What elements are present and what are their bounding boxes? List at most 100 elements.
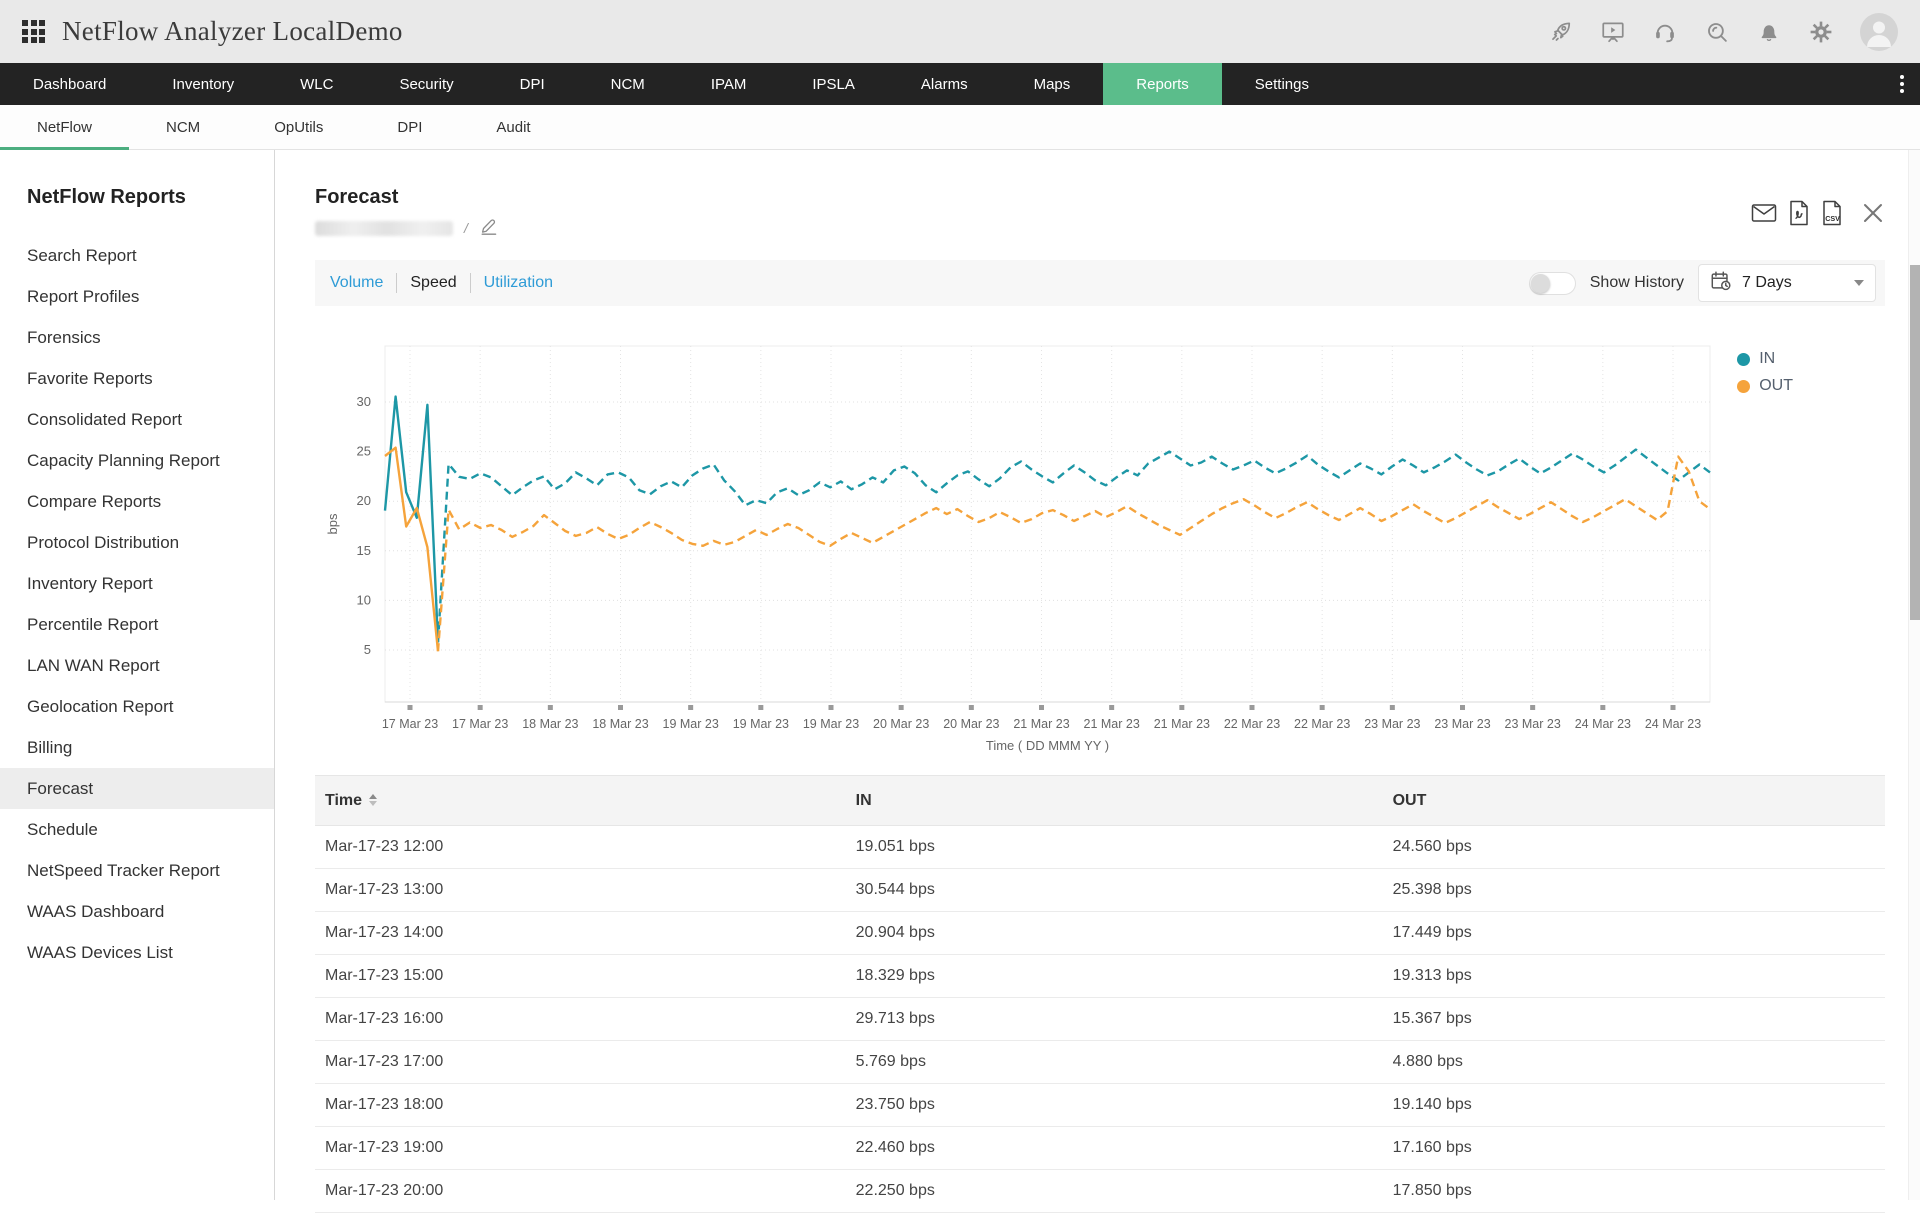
table-row[interactable]: Mar-17-23 16:0029.713 bps15.367 bps bbox=[315, 998, 1885, 1041]
subnav-item-ncm[interactable]: NCM bbox=[129, 105, 237, 149]
subnav-item-dpi[interactable]: DPI bbox=[360, 105, 459, 149]
scrollbar-thumb[interactable] bbox=[1910, 265, 1920, 620]
table-cell: Mar-17-23 17:00 bbox=[315, 1041, 846, 1084]
edit-pencil-icon[interactable] bbox=[479, 216, 499, 241]
more-menu-icon[interactable] bbox=[1884, 63, 1920, 105]
nav-item-ipam[interactable]: IPAM bbox=[678, 63, 780, 105]
subnav-item-audit[interactable]: Audit bbox=[459, 105, 567, 149]
sort-icon[interactable] bbox=[369, 794, 377, 806]
svg-text:22 Mar 23: 22 Mar 23 bbox=[1294, 717, 1350, 731]
table-cell: Mar-17-23 16:00 bbox=[315, 998, 846, 1041]
table-cell: 5.769 bps bbox=[846, 1041, 1383, 1084]
column-header-out[interactable]: OUT bbox=[1383, 776, 1885, 826]
nav-item-alarms[interactable]: Alarms bbox=[888, 63, 1001, 105]
svg-text:23 Mar 23: 23 Mar 23 bbox=[1364, 717, 1420, 731]
nav-item-ncm[interactable]: NCM bbox=[578, 63, 678, 105]
sidebar-item-protocol-distribution[interactable]: Protocol Distribution bbox=[0, 522, 274, 563]
legend-dot-out bbox=[1737, 380, 1750, 393]
search-icon[interactable] bbox=[1704, 19, 1730, 45]
chart-legend: IN OUT bbox=[1737, 350, 1793, 395]
csv-export-icon[interactable]: CSV bbox=[1820, 200, 1844, 231]
sidebar-item-capacity-planning-report[interactable]: Capacity Planning Report bbox=[0, 440, 274, 481]
table-row[interactable]: Mar-17-23 13:0030.544 bps25.398 bps bbox=[315, 869, 1885, 912]
table-cell: Mar-17-23 13:00 bbox=[315, 869, 846, 912]
svg-text:23 Mar 23: 23 Mar 23 bbox=[1434, 717, 1490, 731]
sidebar-item-report-profiles[interactable]: Report Profiles bbox=[0, 276, 274, 317]
nav-item-inventory[interactable]: Inventory bbox=[139, 63, 267, 105]
email-icon[interactable] bbox=[1750, 201, 1778, 230]
page-title: Forecast bbox=[315, 186, 1920, 209]
svg-text:18 Mar 23: 18 Mar 23 bbox=[522, 717, 578, 731]
presentation-icon[interactable] bbox=[1600, 19, 1626, 45]
forecast-chart: 5101520253017 Mar 2317 Mar 2318 Mar 2318… bbox=[315, 306, 1885, 771]
table-row[interactable]: Mar-17-23 19:0022.460 bps17.160 bps bbox=[315, 1127, 1885, 1170]
sidebar-item-schedule[interactable]: Schedule bbox=[0, 809, 274, 850]
table-row[interactable]: Mar-17-23 17:005.769 bps4.880 bps bbox=[315, 1041, 1885, 1084]
sidebar-item-percentile-report[interactable]: Percentile Report bbox=[0, 604, 274, 645]
rocket-icon[interactable] bbox=[1548, 19, 1574, 45]
sidebar-item-netspeed-tracker-report[interactable]: NetSpeed Tracker Report bbox=[0, 850, 274, 891]
nav-item-dashboard[interactable]: Dashboard bbox=[0, 63, 139, 105]
table-cell: 19.051 bps bbox=[846, 826, 1383, 869]
nav-item-wlc[interactable]: WLC bbox=[267, 63, 366, 105]
subnav-item-oputils[interactable]: OpUtils bbox=[237, 105, 360, 149]
sidebar-item-lan-wan-report[interactable]: LAN WAN Report bbox=[0, 645, 274, 686]
table-cell: 17.160 bps bbox=[1383, 1127, 1885, 1170]
vertical-scrollbar[interactable] bbox=[1908, 150, 1920, 1200]
show-history-toggle[interactable] bbox=[1529, 272, 1576, 295]
sidebar-item-favorite-reports[interactable]: Favorite Reports bbox=[0, 358, 274, 399]
nav-item-settings[interactable]: Settings bbox=[1222, 63, 1342, 105]
avatar[interactable] bbox=[1860, 13, 1898, 51]
headset-icon[interactable] bbox=[1652, 19, 1678, 45]
nav-item-security[interactable]: Security bbox=[366, 63, 486, 105]
nav-item-reports[interactable]: Reports bbox=[1103, 63, 1222, 105]
forecast-table: TimeINOUT Mar-17-23 12:0019.051 bps24.56… bbox=[315, 775, 1885, 1213]
sidebar-item-geolocation-report[interactable]: Geolocation Report bbox=[0, 686, 274, 727]
sidebar-item-inventory-report[interactable]: Inventory Report bbox=[0, 563, 274, 604]
table-cell: 25.398 bps bbox=[1383, 869, 1885, 912]
separator: / bbox=[464, 220, 468, 236]
sidebar-item-search-report[interactable]: Search Report bbox=[0, 235, 274, 276]
table-row[interactable]: Mar-17-23 14:0020.904 bps17.449 bps bbox=[315, 912, 1885, 955]
svg-text:CSV: CSV bbox=[1825, 214, 1840, 223]
pdf-export-icon[interactable] bbox=[1787, 200, 1811, 231]
close-icon[interactable] bbox=[1861, 201, 1885, 230]
time-period-value: 7 Days bbox=[1742, 274, 1844, 292]
sidebar-item-waas-devices-list[interactable]: WAAS Devices List bbox=[0, 932, 274, 973]
table-cell: Mar-17-23 18:00 bbox=[315, 1084, 846, 1127]
legend-item-in[interactable]: IN bbox=[1737, 350, 1793, 368]
nav-item-ipsla[interactable]: IPSLA bbox=[779, 63, 888, 105]
table-cell: 17.850 bps bbox=[1383, 1170, 1885, 1213]
tab-volume[interactable]: Volume bbox=[317, 274, 396, 292]
sidebar-item-compare-reports[interactable]: Compare Reports bbox=[0, 481, 274, 522]
gear-icon[interactable] bbox=[1808, 19, 1834, 45]
nav-item-maps[interactable]: Maps bbox=[1001, 63, 1104, 105]
table-row[interactable]: Mar-17-23 15:0018.329 bps19.313 bps bbox=[315, 955, 1885, 998]
table-cell: 18.329 bps bbox=[846, 955, 1383, 998]
column-header-in[interactable]: IN bbox=[846, 776, 1383, 826]
tab-speed[interactable]: Speed bbox=[397, 274, 469, 292]
bell-icon[interactable] bbox=[1756, 19, 1782, 45]
sidebar-item-forensics[interactable]: Forensics bbox=[0, 317, 274, 358]
table-cell: 15.367 bps bbox=[1383, 998, 1885, 1041]
sidebar-item-consolidated-report[interactable]: Consolidated Report bbox=[0, 399, 274, 440]
sidebar-item-billing[interactable]: Billing bbox=[0, 727, 274, 768]
apps-grid-icon[interactable] bbox=[22, 20, 45, 43]
subnav-item-netflow[interactable]: NetFlow bbox=[0, 105, 129, 149]
sidebar-item-forecast[interactable]: Forecast bbox=[0, 768, 274, 809]
svg-text:24 Mar 23: 24 Mar 23 bbox=[1575, 717, 1631, 731]
table-row[interactable]: Mar-17-23 18:0023.750 bps19.140 bps bbox=[315, 1084, 1885, 1127]
column-header-time[interactable]: Time bbox=[315, 776, 846, 826]
nav-item-dpi[interactable]: DPI bbox=[487, 63, 578, 105]
time-period-dropdown[interactable]: 7 Days bbox=[1698, 264, 1876, 302]
table-cell: 29.713 bps bbox=[846, 998, 1383, 1041]
table-row[interactable]: Mar-17-23 20:0022.250 bps17.850 bps bbox=[315, 1170, 1885, 1213]
sidebar-item-waas-dashboard[interactable]: WAAS Dashboard bbox=[0, 891, 274, 932]
svg-text:24 Mar 23: 24 Mar 23 bbox=[1645, 717, 1701, 731]
svg-text:19 Mar 23: 19 Mar 23 bbox=[663, 717, 719, 731]
sidebar: NetFlow Reports Search ReportReport Prof… bbox=[0, 150, 275, 1200]
legend-item-out[interactable]: OUT bbox=[1737, 377, 1793, 395]
table-row[interactable]: Mar-17-23 12:0019.051 bps24.560 bps bbox=[315, 826, 1885, 869]
tab-utilization[interactable]: Utilization bbox=[471, 274, 566, 292]
topbar: NetFlow Analyzer LocalDemo bbox=[0, 0, 1920, 63]
